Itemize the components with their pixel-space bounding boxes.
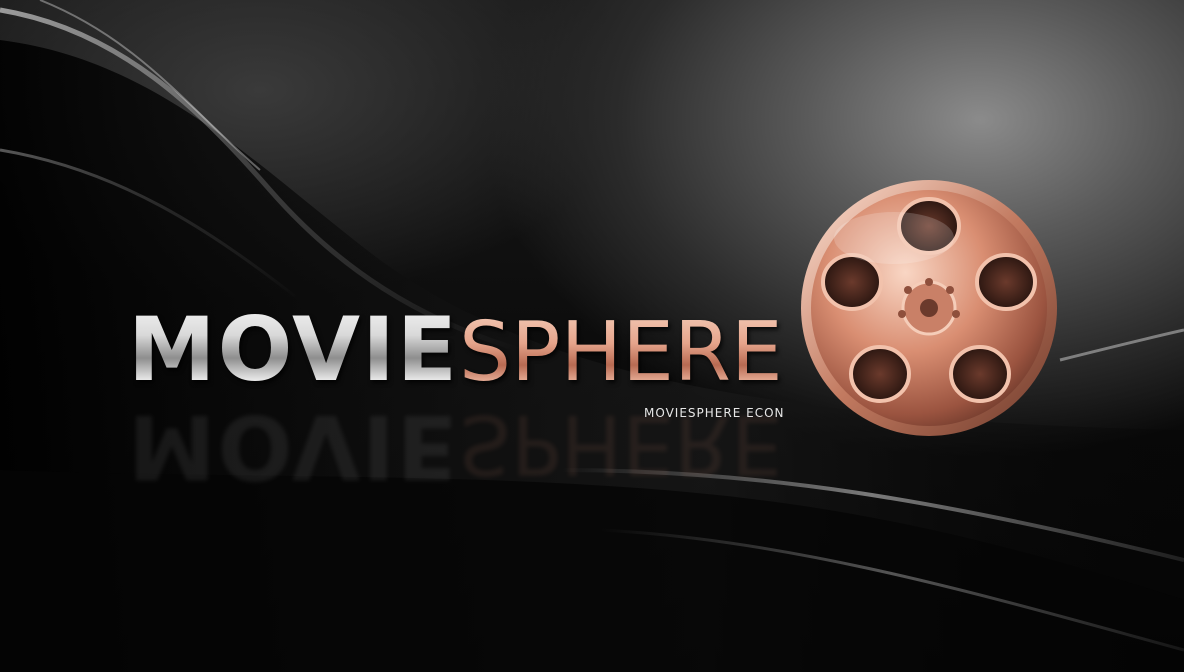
brand-name-part2: SPHERE — [459, 303, 783, 403]
film-reel-icon — [801, 180, 1057, 436]
brand-wordmark: MOVIE SPHERE — [128, 298, 783, 403]
brand-tagline: MOVIESPHERE ECON — [644, 406, 785, 420]
reflection-part1: MOVIE — [128, 395, 459, 498]
movie-logo: MOVIE SPHERE MOVIE SPHERE MOVIESPHERE ECON — [0, 0, 1184, 672]
logo-banner: MOVIE SPHERE MOVIE SPHERE MOVIESPHERE ECON — [0, 0, 1184, 672]
brand-name-part1: MOVIE — [128, 298, 459, 401]
